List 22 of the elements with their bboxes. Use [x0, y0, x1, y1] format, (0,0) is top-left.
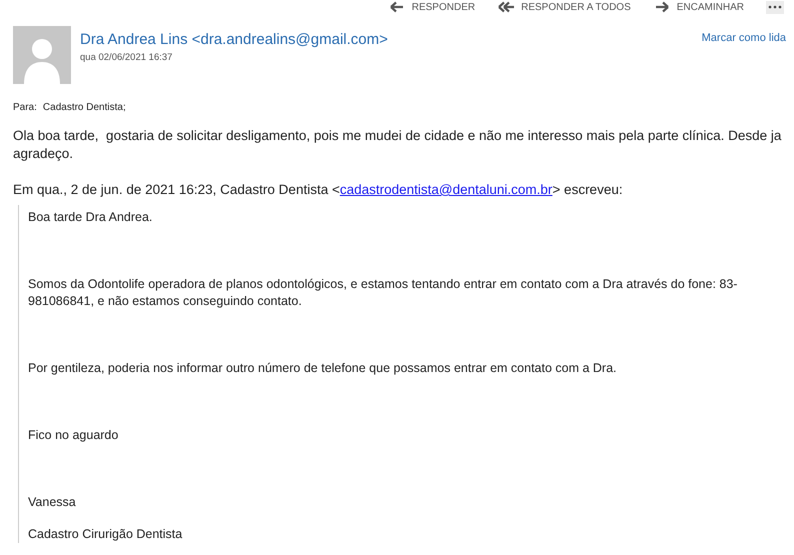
quote-header: Em qua., 2 de jun. de 2021 16:23, Cadastro Dentista <cadastrodentista@dentaluni.com.br> escreveu: [13, 181, 624, 199]
to-label: Para: [13, 102, 37, 113]
message-text: Ola boa tarde, gostaria de solicitar desligamento, pois me mudei de cidade e não me interesso mais pela parte clínica. Desde ja agradeço. [13, 127, 782, 163]
more-icon [768, 5, 782, 9]
message-date: qua 02/06/2021 16:37 [80, 52, 174, 63]
more-button[interactable] [766, 0, 784, 14]
toolbar-button[interactable]: ENCAMINHAR [652, 0, 744, 14]
quoted-text: Fico no aguardo [28, 427, 120, 444]
quoted-text: Boa tarde Dra Andrea. [28, 209, 154, 226]
quoted-text: Por gentileza, poderia nos informar outro número de telefone que possamos entrar em contato com a Dra. [28, 360, 618, 377]
toolbar-button[interactable]: RESPONDER [388, 0, 476, 14]
double-arrow-icon [497, 0, 516, 14]
recipient: Cadastro Dentista; [42, 102, 126, 113]
quoted-text: Somos da Odontolife operadora de planos odontológicos, e estamos tentando entrar em contato com a Dra através do fone: 83-981086841, e não estamos conseguindo contato. [28, 276, 738, 310]
email-link[interactable]: cadastrodentista@dentaluni.com.br [340, 182, 552, 197]
quoted-text: Vanessa [28, 494, 77, 511]
avatar-icon [13, 26, 71, 84]
mark-read-link[interactable]: Marcar como lida [702, 32, 786, 44]
reply-arrow-icon [388, 0, 406, 14]
toolbar-button[interactable]: RESPONDER A TODOS [497, 0, 631, 14]
quoted-text: Cadastro Cirurigão Dentista [28, 526, 184, 543]
sender-name: Dra Andrea Lins <dra.andrealins@gmail.com> [80, 31, 389, 48]
